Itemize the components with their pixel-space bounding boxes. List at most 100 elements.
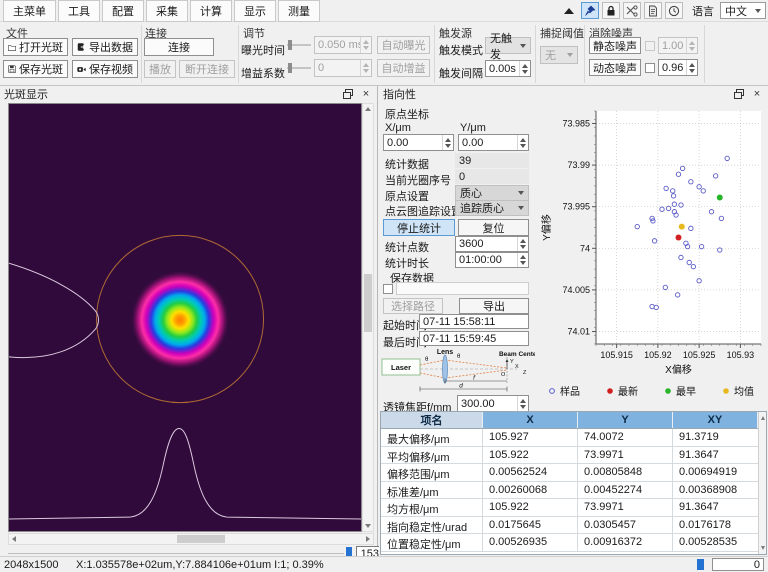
menu-item-4[interactable]: 采集 (146, 0, 188, 22)
spinner-arrows[interactable] (517, 237, 528, 251)
table-row[interactable]: 位置稳定性/μm0.005269350.009163720.00528535 (381, 534, 758, 552)
menu-item-2[interactable]: 工具 (58, 0, 100, 22)
spinner-arrows[interactable] (519, 61, 530, 76)
spinner-arrows[interactable] (442, 135, 453, 150)
spinner-arrows[interactable] (517, 135, 528, 150)
scroll-down-icon[interactable] (761, 546, 765, 550)
trigger-interval-spinbox[interactable]: 0.00s (485, 60, 531, 77)
row-value-cell: 0.00562524 (483, 464, 578, 481)
status-number-box[interactable]: 0 (712, 558, 764, 571)
data-point (717, 195, 723, 201)
menu-item-6[interactable]: 显示 (234, 0, 276, 22)
timer-button[interactable] (665, 2, 683, 19)
spinner-arrows[interactable] (686, 38, 697, 53)
cloud-track-select[interactable]: 追踪质心 (455, 200, 529, 216)
menu-item-3[interactable]: 配置 (102, 0, 144, 22)
menu-item-5[interactable]: 计算 (190, 0, 232, 22)
end-time-field[interactable]: 07-11 15:59:45 (419, 331, 529, 346)
language-select[interactable]: 中文 (720, 2, 766, 19)
export-data-button[interactable]: 导出数据 (72, 38, 138, 56)
disconnect-button[interactable]: 断开连接 (179, 60, 235, 78)
table-header-cell[interactable]: Y (578, 412, 673, 428)
save-data-checkbox[interactable] (383, 284, 393, 294)
table-row[interactable]: 最大偏移/μm105.92774.007291.3719 (381, 429, 758, 447)
auto-exposure-button[interactable]: 自动曝光 (377, 36, 430, 54)
stop-statistics-button[interactable]: 停止统计 (383, 219, 455, 236)
export-button[interactable]: 导出 (459, 298, 529, 314)
menu-item-7[interactable]: 测量 (278, 0, 320, 22)
origin-mode-select[interactable]: 质心 (455, 185, 529, 201)
dynamic-noise-checkbox[interactable] (645, 63, 655, 73)
collapse-toolbar-button[interactable] (560, 2, 578, 19)
horizontal-scrollbar[interactable] (8, 533, 374, 545)
scrollbar-thumb[interactable] (177, 535, 225, 543)
choose-path-button[interactable]: 选择路径 (383, 298, 443, 314)
table-row[interactable]: 指向稳定性/urad0.01756450.03054570.0176178 (381, 517, 758, 535)
stat-points-spinbox[interactable]: 3600 (455, 236, 529, 252)
exposure-slider[interactable] (287, 37, 311, 53)
svg-text:Beam Center: Beam Center (499, 351, 535, 358)
vertical-scrollbar[interactable] (362, 103, 374, 532)
auto-gain-button[interactable]: 自动增益 (377, 59, 430, 77)
scissors-button[interactable] (623, 2, 641, 19)
scroll-down-icon[interactable] (365, 524, 371, 528)
scroll-left-icon[interactable] (12, 536, 16, 542)
table-header-cell[interactable]: X (483, 412, 578, 428)
aperture-index-label: 当前光圈序号 (385, 172, 451, 188)
origin-y-spinbox[interactable]: 0.00 (458, 134, 529, 151)
float-panel-button[interactable] (341, 88, 355, 100)
static-noise-button[interactable]: 静态噪声 (589, 37, 641, 54)
gain-spinbox[interactable]: 0 (314, 59, 372, 77)
float-panel-button[interactable] (732, 88, 746, 100)
svg-text:Y: Y (510, 359, 514, 365)
spinner-arrows[interactable] (517, 396, 528, 411)
lock-button[interactable] (602, 2, 620, 19)
table-scrollbar[interactable] (758, 412, 766, 554)
scroll-up-icon[interactable] (761, 416, 765, 420)
menu-item-1[interactable]: 主菜单 (3, 0, 56, 22)
gain-slider[interactable] (287, 60, 311, 76)
table-row[interactable]: 标准差/μm0.002600680.004522740.00368908 (381, 482, 758, 500)
spinner-arrows[interactable] (360, 37, 371, 53)
origin-x-spinbox[interactable]: 0.00 (383, 134, 454, 151)
origin-mode-label: 原点设置 (385, 188, 429, 204)
status-slider-thumb[interactable] (697, 559, 704, 570)
threshold-select[interactable]: 无 (540, 46, 578, 64)
open-spot-button[interactable]: 打开光斑 (3, 38, 68, 56)
save-video-button[interactable]: 保存视频 (72, 60, 138, 78)
start-time-field[interactable]: 07-11 15:58:11 (419, 314, 529, 329)
table-header-cell[interactable]: XY (673, 412, 758, 428)
focal-length-spinbox[interactable]: 300.00 (457, 395, 529, 412)
scroll-up-icon[interactable] (365, 107, 371, 111)
exposure-spinbox[interactable]: 0.050 ms (314, 36, 372, 54)
connect-button[interactable]: 连接 (144, 38, 214, 56)
toolbar-separator (141, 25, 142, 83)
stat-duration-spinbox[interactable]: 01:00:00 (455, 252, 529, 268)
save-path-field[interactable] (396, 282, 529, 295)
table-row[interactable]: 偏移范围/μm0.005625240.008058480.00694919 (381, 464, 758, 482)
play-button[interactable]: 播放 (144, 60, 176, 78)
chevron-down-icon (518, 191, 524, 195)
table-header-cell[interactable]: 项名 (381, 412, 483, 428)
frame-slider-track[interactable] (8, 553, 344, 554)
spinner-arrows[interactable] (686, 60, 697, 75)
pointing-panel-titlebar: 指向性 × (379, 86, 768, 101)
pin-button[interactable] (581, 2, 599, 19)
notes-button[interactable] (644, 2, 662, 19)
close-panel-button[interactable]: × (750, 88, 764, 100)
beam-spot-image[interactable] (8, 103, 362, 532)
scrollbar-thumb[interactable] (364, 274, 372, 332)
static-noise-spinbox[interactable]: 1.00 (658, 37, 698, 54)
trigger-mode-select[interactable]: 无触发 (485, 37, 531, 54)
spinner-arrows[interactable] (360, 60, 371, 76)
dynamic-noise-spinbox[interactable]: 0.96 (658, 59, 698, 76)
save-spot-button[interactable]: 保存光斑 (3, 60, 68, 78)
close-panel-button[interactable]: × (359, 88, 373, 100)
scroll-right-icon[interactable] (366, 536, 370, 542)
table-row[interactable]: 平均偏移/μm105.92273.997191.3647 (381, 447, 758, 465)
spinner-arrows[interactable] (517, 253, 528, 267)
table-row[interactable]: 均方根/μm105.92273.997191.3647 (381, 499, 758, 517)
static-noise-checkbox[interactable] (645, 41, 655, 51)
dynamic-noise-button[interactable]: 动态噪声 (589, 59, 641, 76)
reset-button[interactable]: 复位 (458, 219, 529, 236)
